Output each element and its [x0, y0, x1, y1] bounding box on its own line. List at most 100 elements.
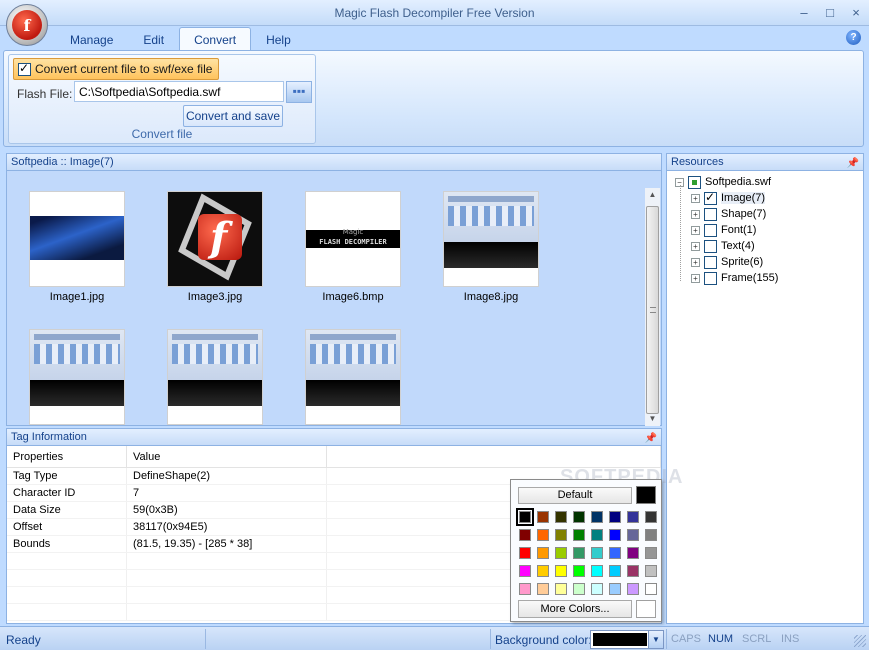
tree-checkbox[interactable] — [704, 255, 717, 269]
color-swatch[interactable] — [591, 583, 603, 595]
expand-icon[interactable]: + — [691, 257, 700, 267]
scroll-up-icon[interactable]: ▲ — [645, 188, 660, 202]
tree-root[interactable]: − Softpedia.swf — [675, 174, 771, 190]
tree-item[interactable]: + Shape(7) — [691, 206, 766, 222]
color-swatch[interactable] — [516, 508, 534, 526]
color-swatch[interactable] — [573, 565, 585, 577]
expand-icon[interactable]: + — [691, 225, 700, 235]
convert-checkbox[interactable]: Convert current file to swf/exe file — [13, 58, 219, 80]
color-swatch[interactable] — [519, 529, 531, 541]
color-swatch[interactable] — [645, 547, 657, 559]
more-colors-button[interactable]: More Colors... — [518, 600, 632, 618]
app-menu-button[interactable]: f — [6, 4, 48, 46]
color-swatch[interactable] — [627, 547, 639, 559]
color-swatch[interactable] — [591, 547, 603, 559]
tab-edit[interactable]: Edit — [128, 27, 179, 51]
help-icon[interactable]: ? — [846, 30, 861, 45]
thumbnail-image — [167, 329, 263, 425]
status-bar: Ready Background color: ▼ CAPS NUM SCRL … — [0, 626, 869, 650]
color-swatch[interactable] — [573, 529, 585, 541]
default-color-button[interactable]: Default — [518, 487, 632, 504]
tab-help[interactable]: Help — [251, 27, 306, 51]
image-thumbnail[interactable]: Image13.jpg — [29, 329, 125, 441]
color-swatch[interactable] — [519, 547, 531, 559]
color-swatch[interactable] — [537, 565, 549, 577]
flash-file-input[interactable] — [74, 81, 284, 102]
color-swatch[interactable] — [573, 583, 585, 595]
convert-and-save-button[interactable]: Convert and save — [183, 105, 283, 127]
color-swatch[interactable] — [537, 511, 549, 523]
color-swatch[interactable] — [537, 547, 549, 559]
color-swatch[interactable] — [519, 583, 531, 595]
color-swatch[interactable] — [609, 547, 621, 559]
color-swatch[interactable] — [573, 511, 585, 523]
color-swatch[interactable] — [537, 583, 549, 595]
thumbnail-image: Magic FLASH DECOMPILER — [305, 191, 401, 287]
chevron-down-icon[interactable]: ▼ — [648, 631, 663, 648]
pin-icon[interactable]: 📌 — [847, 156, 859, 172]
color-swatch[interactable] — [519, 565, 531, 577]
resize-grip-icon[interactable] — [854, 635, 866, 647]
tree-item[interactable]: + Sprite(6) — [691, 254, 763, 270]
color-swatch[interactable] — [627, 565, 639, 577]
color-swatch[interactable] — [609, 565, 621, 577]
color-swatch[interactable] — [609, 583, 621, 595]
color-swatch[interactable] — [645, 583, 657, 595]
tree-checkbox[interactable] — [704, 190, 717, 205]
scroll-down-icon[interactable]: ▼ — [645, 412, 660, 426]
color-swatch[interactable] — [555, 547, 567, 559]
color-swatch[interactable] — [591, 565, 603, 577]
image-thumbnail[interactable]: f Image3.jpg — [167, 191, 263, 303]
pin-icon[interactable]: 📌 — [645, 431, 657, 447]
color-swatch[interactable] — [537, 529, 549, 541]
color-swatch[interactable] — [555, 565, 567, 577]
tree-item[interactable]: + Frame(155) — [691, 270, 778, 286]
color-swatch[interactable] — [591, 511, 603, 523]
expand-icon[interactable]: + — [691, 193, 700, 203]
color-swatch[interactable] — [555, 529, 567, 541]
color-swatch[interactable] — [555, 511, 567, 523]
color-swatch[interactable] — [627, 511, 639, 523]
background-color-combo[interactable]: ▼ — [590, 630, 664, 649]
tree-item[interactable]: + Text(4) — [691, 238, 755, 254]
column-properties[interactable]: Properties — [7, 446, 127, 467]
color-swatch[interactable] — [627, 529, 639, 541]
maximize-button[interactable]: □ — [823, 5, 837, 20]
tree-item[interactable]: + Image(7) — [691, 190, 766, 206]
column-value[interactable]: Value — [127, 446, 327, 467]
tree-checkbox[interactable] — [704, 223, 717, 237]
thumbnail-label: Image8.jpg — [463, 291, 519, 303]
image-thumbnail[interactable]: Image1.jpg — [29, 191, 125, 303]
expand-icon[interactable]: + — [691, 241, 700, 251]
image-thumbnail[interactable]: Image21.jpg — [305, 329, 401, 441]
image-thumbnail[interactable]: Image8.jpg — [443, 191, 539, 303]
ins-indicator: INS — [781, 633, 800, 645]
property-cell — [7, 604, 127, 620]
tab-manage[interactable]: Manage — [55, 27, 128, 51]
color-swatch[interactable] — [573, 547, 585, 559]
thumbnail-label: Image6.bmp — [322, 291, 384, 303]
color-swatch[interactable] — [555, 583, 567, 595]
minimize-button[interactable]: – — [797, 5, 811, 20]
color-swatch[interactable] — [645, 565, 657, 577]
browse-button[interactable]: ▪▪▪ — [286, 81, 312, 103]
tree-checkbox[interactable] — [704, 207, 717, 221]
expand-icon[interactable]: + — [691, 273, 700, 283]
expand-icon[interactable]: + — [691, 209, 700, 219]
color-swatch[interactable] — [645, 529, 657, 541]
image-thumbnail[interactable]: Image17.jpg — [167, 329, 263, 441]
vertical-scrollbar[interactable]: ▲ ▼ — [645, 188, 660, 426]
tree-checkbox[interactable] — [704, 271, 717, 285]
scroll-thumb[interactable] — [646, 206, 659, 414]
color-swatch[interactable] — [591, 529, 603, 541]
close-button[interactable]: × — [849, 5, 863, 20]
tree-checkbox[interactable] — [704, 239, 717, 253]
color-swatch[interactable] — [609, 529, 621, 541]
image-thumbnail[interactable]: Magic FLASH DECOMPILER Image6.bmp — [305, 191, 401, 303]
tree-item[interactable]: + Font(1) — [691, 222, 756, 238]
tab-convert[interactable]: Convert — [179, 27, 252, 51]
color-swatch[interactable] — [609, 511, 621, 523]
tree-checkbox[interactable] — [688, 175, 701, 189]
color-swatch[interactable] — [627, 583, 639, 595]
color-swatch[interactable] — [645, 511, 657, 523]
